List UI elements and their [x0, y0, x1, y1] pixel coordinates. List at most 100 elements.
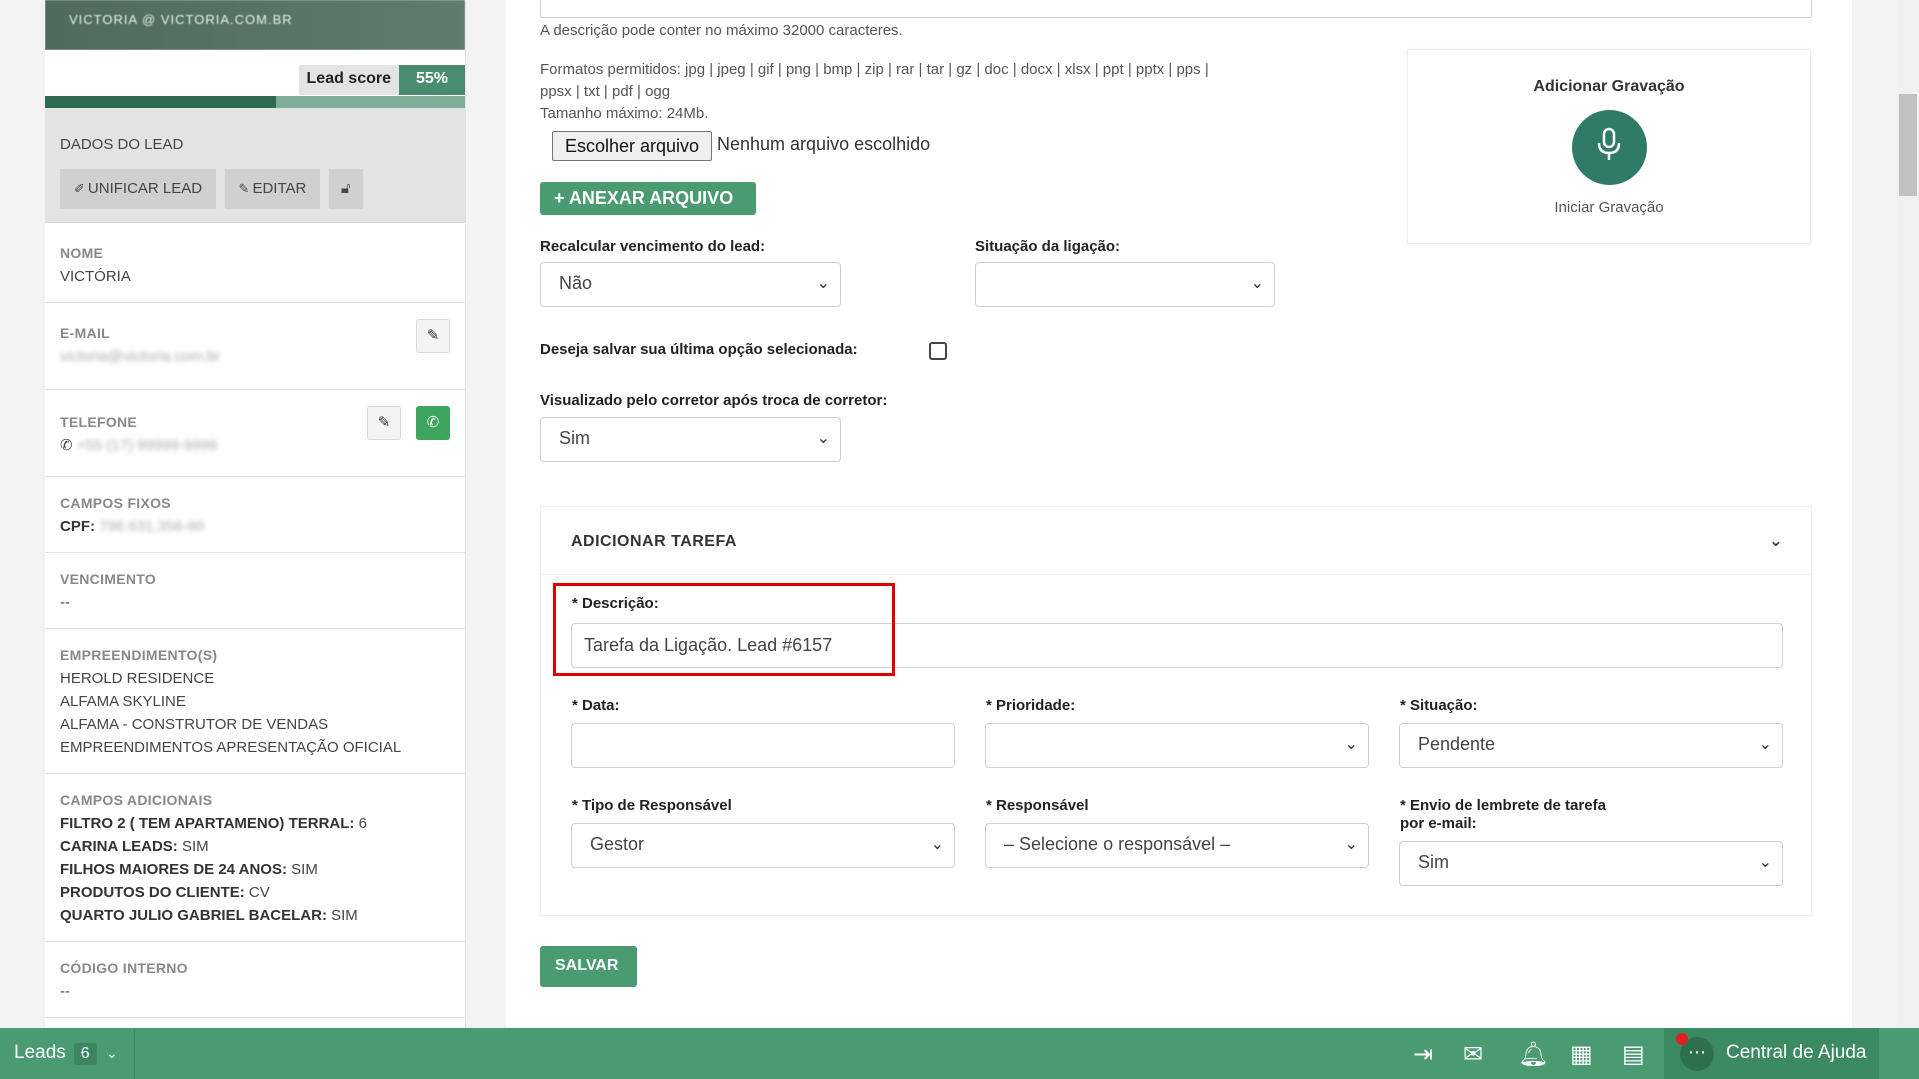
task-date-label: * Data:: [572, 697, 620, 714]
email-label: E-MAIL: [60, 325, 111, 341]
lead-score-label: Lead score: [298, 65, 399, 95]
unlock-button[interactable]: 🔓︎: [328, 169, 363, 209]
add-task-header[interactable]: ADICIONAR TAREFA ⌄: [541, 507, 1811, 575]
attach-file-button[interactable]: + ANEXAR ARQUIVO: [540, 182, 756, 215]
add-task-title: ADICIONAR TAREFA: [571, 533, 737, 550]
viewed-by-broker-select[interactable]: Sim ⌄: [540, 417, 841, 462]
empreendimento-item: ALFAMA SKYLINE: [60, 693, 186, 710]
responsible-type-select[interactable]: Gestor ⌄: [571, 823, 955, 868]
vencimento-label: VENCIMENTO: [60, 571, 157, 587]
help-center-label: Central de Ajuda: [1726, 1042, 1867, 1063]
call-status-label: Situação da ligação:: [975, 238, 1121, 255]
empreendimentos-label: EMPREENDIMENTO(S): [60, 647, 218, 663]
edit-phone-button[interactable]: ✎: [367, 406, 401, 440]
responsible-select[interactable]: – Selecione o responsável – ⌄: [985, 823, 1369, 868]
task-status-select[interactable]: Pendente ⌄: [1399, 723, 1783, 768]
email-reminder-value: Sim: [1418, 852, 1449, 872]
choose-file-button[interactable]: Escolher arquivo: [552, 131, 713, 161]
lead-sidebar: VICTORIA @ VICTORIA.COM.BR Lead score 55…: [45, 0, 466, 1028]
task-priority-label: * Prioridade:: [986, 697, 1076, 714]
whatsapp-button[interactable]: ✆: [416, 406, 450, 440]
adicional-key: PRODUTOS DO CLIENTE:: [60, 884, 245, 901]
whatsapp-icon: ✆: [426, 414, 440, 431]
adicional-value: SIM: [291, 861, 318, 878]
lead-score-bar: [45, 96, 465, 108]
pencil-icon: ✎: [426, 327, 440, 344]
adicional-row: FILHOS MAIORES DE 24 ANOS: SIM: [60, 858, 450, 881]
microphone-icon: [1597, 127, 1621, 160]
start-recording-button[interactable]: [1571, 110, 1647, 185]
allowed-formats-line2: ppsx | txt | pdf | ogg: [540, 83, 671, 100]
description-textarea[interactable]: [540, 0, 1812, 18]
calendar-icon[interactable]: ▦: [1570, 1040, 1593, 1069]
cpf-value: 796.631.356-60: [99, 518, 205, 535]
email-reminder-label-line1: * Envio de lembrete de tarefa: [1400, 797, 1606, 814]
chevron-down-icon: ⌄: [1250, 275, 1264, 292]
recalc-label: Recalcular vencimento do lead:: [540, 238, 766, 255]
edit-lead-button[interactable]: ✎ EDITAR: [224, 169, 321, 209]
empreendimento-item: EMPREENDIMENTOS APRESENTAÇÃO OFICIAL: [60, 739, 402, 756]
field-email: E-MAIL victoria@victoria.com.br ✎: [45, 303, 465, 390]
help-center-button[interactable]: ⋯ Central de Ajuda: [1664, 1028, 1879, 1079]
recalc-select[interactable]: Não ⌄: [540, 262, 841, 307]
leads-dropdown[interactable]: Leads 6 ⌄: [14, 1042, 118, 1065]
viewed-by-broker-value: Sim: [559, 428, 590, 448]
bottom-bar-divider: [134, 1028, 135, 1079]
lead-header-name: VICTORIA @ VICTORIA.COM.BR: [45, 0, 465, 50]
empreendimento-item: ALFAMA - CONSTRUTOR DE VENDAS: [60, 716, 329, 733]
nome-label: NOME: [60, 245, 104, 261]
lead-data-box: DADOS DO LEAD ✐ UNIFICAR LEAD ✎ EDITAR 🔓︎: [45, 108, 465, 223]
task-priority-select[interactable]: ⌄: [985, 723, 1369, 768]
bell-icon[interactable]: 🔔︎: [1518, 1040, 1548, 1069]
chevron-down-icon[interactable]: ⌄: [1769, 531, 1783, 551]
adicional-key: CARINA LEADS:: [60, 838, 178, 855]
mail-star-icon[interactable]: ✉: [1463, 1040, 1483, 1069]
field-campos-adicionais: CAMPOS ADICIONAIS FILTRO 2 ( TEM APARTAM…: [45, 774, 465, 942]
highlight-box: [553, 583, 895, 676]
task-date-input[interactable]: [571, 723, 955, 768]
email-reminder-select[interactable]: Sim ⌄: [1399, 841, 1783, 886]
call-status-select[interactable]: ⌄: [975, 262, 1275, 307]
pencil-icon: ✎: [238, 181, 250, 196]
responsible-label: * Responsável: [986, 797, 1089, 814]
campos-fixos-label: CAMPOS FIXOS: [60, 495, 171, 511]
task-status-value: Pendente: [1418, 734, 1496, 754]
notification-dot: [1676, 1033, 1688, 1045]
field-vencimento: VENCIMENTO --: [45, 553, 465, 629]
telefone-value: +55 (17) 99999-9999: [76, 437, 218, 454]
chevron-down-icon: ⌄: [1344, 736, 1358, 753]
max-size-note: Tamanho máximo: 24Mb.: [540, 105, 709, 122]
description-limit-note: A descrição pode conter no máximo 32000 …: [540, 22, 903, 39]
scrollbar-thumb[interactable]: [1899, 94, 1917, 196]
adicional-row: FILTRO 2 ( TEM APARTAMENO) TERRAL: 6: [60, 812, 450, 835]
add-task-panel: ADICIONAR TAREFA ⌄ * Descrição: Tarefa d…: [540, 506, 1812, 916]
lead-data-title: DADOS DO LEAD: [60, 136, 184, 153]
field-telefone: TELEFONE ✆ +55 (17) 99999-9999 ✎ ✆: [45, 390, 465, 477]
campos-adicionais-label: CAMPOS ADICIONAIS: [60, 792, 213, 808]
adicional-row: PRODUTOS DO CLIENTE: CV: [60, 881, 450, 904]
field-codigo-interno: CÓDIGO INTERNO --: [45, 942, 465, 1018]
email-value: victoria@victoria.com.br: [60, 348, 221, 365]
chevron-down-icon: ⌄: [1758, 854, 1772, 871]
chevron-down-icon: ⌄: [930, 836, 944, 853]
arrow-to-right-icon[interactable]: ⇥: [1413, 1040, 1433, 1069]
save-last-option-checkbox[interactable]: [929, 342, 947, 360]
adicional-key: FILTRO 2 ( TEM APARTAMENO) TERRAL:: [60, 815, 355, 832]
unify-lead-button[interactable]: ✐ UNIFICAR LEAD: [60, 169, 217, 209]
adicional-key: QUARTO JULIO GABRIEL BACELAR:: [60, 907, 327, 924]
edit-email-button[interactable]: ✎: [416, 319, 450, 353]
allowed-formats: Formatos permitidos: jpg | jpeg | gif | …: [540, 59, 1400, 125]
vencimento-value: --: [60, 594, 70, 611]
email-reminder-label: * Envio de lembrete de tarefa por e-mail…: [1400, 797, 1606, 833]
page-scrollbar[interactable]: [1897, 0, 1919, 1028]
lead-score-value: 55%: [399, 65, 465, 95]
save-button[interactable]: SALVAR: [540, 946, 637, 987]
start-recording-label: Iniciar Gravação: [1554, 199, 1664, 216]
chevron-down-icon: ⌄: [816, 430, 830, 447]
edit-lead-label: EDITAR: [252, 180, 307, 197]
viewed-by-broker-label: Visualizado pelo corretor após troca de …: [540, 392, 888, 409]
adicional-value: CV: [248, 884, 270, 901]
empreendimento-item: HEROLD RESIDENCE: [60, 670, 215, 687]
calculator-icon[interactable]: ▤: [1622, 1040, 1645, 1069]
nome-value: VICTÓRIA: [60, 268, 131, 285]
